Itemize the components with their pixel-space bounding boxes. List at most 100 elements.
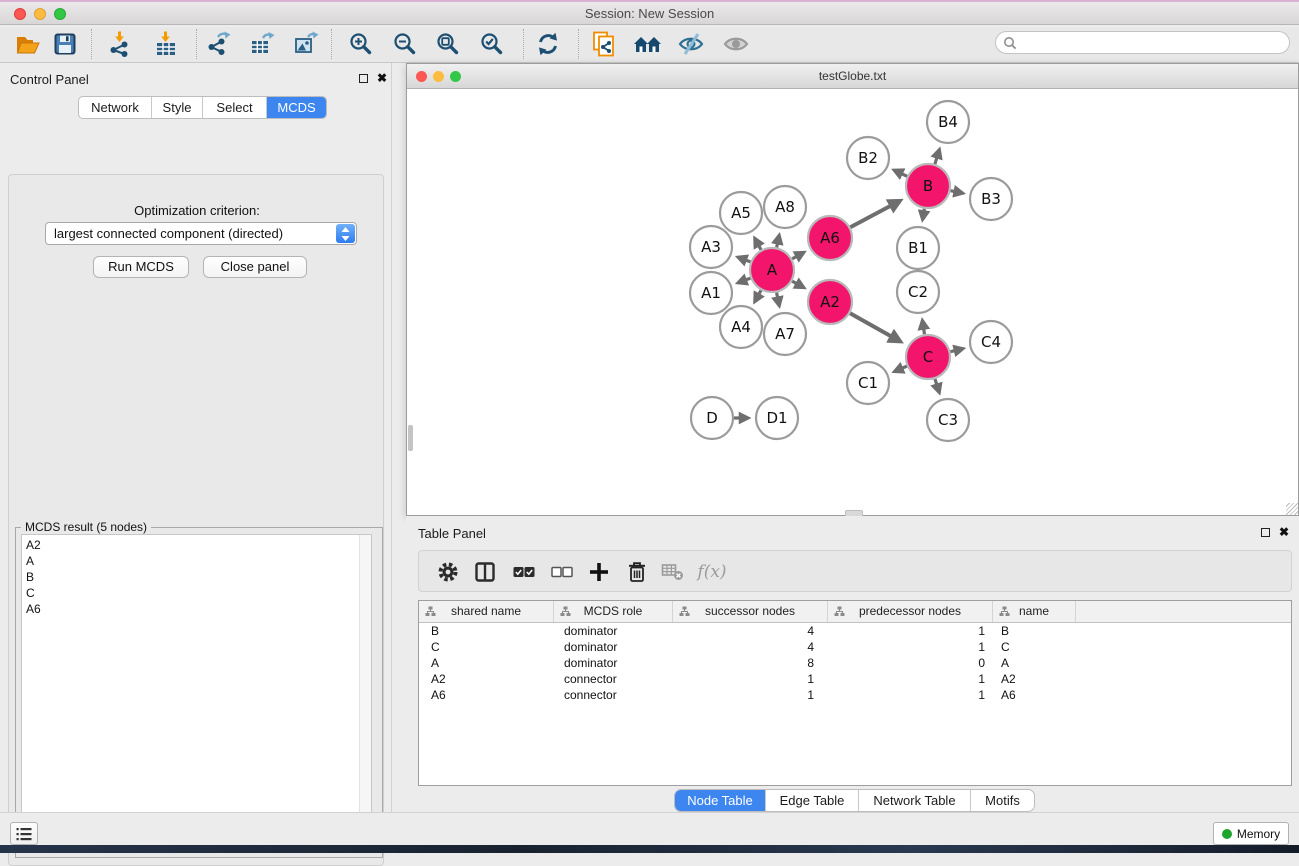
table-cell: 1 <box>673 671 828 687</box>
zoom-in-icon[interactable] <box>343 28 379 60</box>
graph-edge-C-C4[interactable] <box>950 349 963 352</box>
run-mcds-button[interactable]: Run MCDS <box>93 256 189 278</box>
mcds-result-item[interactable]: C <box>22 585 371 601</box>
close-panel-icon[interactable]: ✖ <box>377 72 387 84</box>
mcds-result-item[interactable]: A <box>22 553 371 569</box>
optimization-criterion-value: largest connected component (directed) <box>54 226 283 241</box>
delete-table-icon[interactable] <box>657 556 689 588</box>
table-cell: 1 <box>828 671 993 687</box>
network-close-button[interactable] <box>416 71 427 82</box>
minimize-window-button[interactable] <box>34 8 46 20</box>
refresh-icon[interactable] <box>530 28 566 60</box>
export-network-icon[interactable] <box>200 28 236 60</box>
window-resize-grip[interactable] <box>1286 503 1298 515</box>
delete-column-trash-icon[interactable] <box>621 556 653 588</box>
home-networks-icon[interactable] <box>630 28 666 60</box>
tab-node-table[interactable]: Node Table <box>675 790 765 811</box>
mcds-result-item[interactable]: B <box>22 569 371 585</box>
graph-edge-A6-B[interactable] <box>850 201 900 227</box>
show-panels-button[interactable] <box>10 822 38 845</box>
graph-edge-A2-C[interactable] <box>850 313 900 341</box>
graph-edge-A-A4[interactable] <box>755 290 761 302</box>
graph-node-label: D1 <box>766 409 787 427</box>
graph-edge-C-C3[interactable] <box>935 379 939 393</box>
zoom-selected-icon[interactable] <box>474 28 510 60</box>
table-row[interactable]: A6connector11A6 <box>419 687 1291 703</box>
tab-motifs[interactable]: Motifs <box>970 790 1034 811</box>
table-cell: 4 <box>673 623 828 639</box>
graph-edge-A-A8[interactable] <box>777 235 780 247</box>
float-panel-icon[interactable] <box>359 74 368 83</box>
graph-edge-A-A2[interactable] <box>792 281 804 288</box>
memory-label: Memory <box>1237 827 1280 841</box>
column-header-predecessor-nodes[interactable]: predecessor nodes <box>828 601 993 622</box>
select-all-checks-icon[interactable] <box>508 556 540 588</box>
search-input[interactable] <box>1017 35 1281 51</box>
graph-edge-A-A7[interactable] <box>777 293 780 306</box>
columns-icon[interactable] <box>469 556 501 588</box>
zoom-out-icon[interactable] <box>387 28 423 60</box>
network-zoom-button[interactable] <box>450 71 461 82</box>
export-table-icon[interactable] <box>244 28 280 60</box>
graph-edge-B-B2[interactable] <box>894 170 907 176</box>
network-view-window: testGlobe.txt B4B2BB3A8A5A6A3B1AA1C2A2A4… <box>406 63 1299 516</box>
table-close-icon[interactable]: ✖ <box>1279 526 1289 538</box>
mcds-result-item[interactable]: A6 <box>22 601 371 617</box>
network-window-titlebar[interactable]: testGlobe.txt <box>407 64 1298 89</box>
network-canvas[interactable]: B4B2BB3A8A5A6A3B1AA1C2A2A4A7C4CC1C3DD1 <box>407 89 1298 510</box>
session-network-icon[interactable] <box>586 28 622 60</box>
open-file-icon[interactable] <box>10 28 46 60</box>
graph-edge-A-A1[interactable] <box>738 278 751 283</box>
graph-edge-A-A6[interactable] <box>792 252 804 259</box>
table-row[interactable]: A2connector11A2 <box>419 671 1291 687</box>
toolbar-separator <box>196 29 197 59</box>
graph-edge-C-C2[interactable] <box>922 320 924 334</box>
graph-edge-B-B1[interactable] <box>923 209 925 220</box>
tab-network[interactable]: Network <box>79 97 151 118</box>
zoom-window-button[interactable] <box>54 8 66 20</box>
search-box[interactable] <box>995 31 1290 54</box>
graph-edge-C-C1[interactable] <box>894 366 907 371</box>
mcds-result-item[interactable]: A2 <box>22 537 371 553</box>
toolbar-separator <box>523 29 524 59</box>
add-column-icon[interactable] <box>583 556 615 588</box>
graph-edge-B-B4[interactable] <box>935 149 940 164</box>
tab-style[interactable]: Style <box>151 97 202 118</box>
import-table-icon[interactable] <box>148 28 184 60</box>
table-row[interactable]: Adominator80A <box>419 655 1291 671</box>
column-header-shared-name[interactable]: shared name <box>419 601 554 622</box>
column-header-MCDS-role[interactable]: MCDS role <box>554 601 673 622</box>
tab-edge-table[interactable]: Edge Table <box>765 790 858 811</box>
table-float-icon[interactable] <box>1261 528 1270 537</box>
zoom-fit-icon[interactable] <box>430 28 466 60</box>
settings-gear-icon[interactable] <box>432 556 464 588</box>
memory-button[interactable]: Memory <box>1213 822 1289 845</box>
network-vertical-scrollbar[interactable] <box>408 425 413 451</box>
optimization-criterion-select[interactable]: largest connected component (directed) <box>45 222 357 245</box>
column-header-successor-nodes[interactable]: successor nodes <box>673 601 828 622</box>
export-image-icon[interactable] <box>288 28 324 60</box>
close-window-button[interactable] <box>14 8 26 20</box>
close-panel-button[interactable]: Close panel <box>203 256 307 278</box>
node-table[interactable]: shared nameMCDS rolesuccessor nodesprede… <box>418 600 1292 786</box>
network-graph[interactable]: B4B2BB3A8A5A6A3B1AA1C2A2A4A7C4CC1C3DD1 <box>407 89 1298 510</box>
tab-mcds[interactable]: MCDS <box>266 97 326 118</box>
column-header-name[interactable]: name <box>993 601 1076 622</box>
import-network-icon[interactable] <box>102 28 138 60</box>
network-minimize-button[interactable] <box>433 71 444 82</box>
tab-network-table[interactable]: Network Table <box>858 790 970 811</box>
table-row[interactable]: Cdominator41C <box>419 639 1291 655</box>
table-header-row: shared nameMCDS rolesuccessor nodesprede… <box>419 601 1291 623</box>
result-list-scrollbar[interactable] <box>359 535 371 851</box>
tab-select[interactable]: Select <box>202 97 266 118</box>
table-panel-title: Table Panel <box>418 526 486 541</box>
table-row[interactable]: Bdominator41B <box>419 623 1291 639</box>
save-session-icon[interactable] <box>47 28 83 60</box>
graph-edge-A-A5[interactable] <box>755 238 761 250</box>
deselect-all-checks-icon[interactable] <box>546 556 578 588</box>
hide-details-eye-icon[interactable] <box>673 28 709 60</box>
graph-edge-B-B3[interactable] <box>951 191 963 194</box>
show-details-eye-icon[interactable] <box>718 28 754 60</box>
graph-edge-A-A3[interactable] <box>738 257 751 262</box>
mcds-result-list[interactable]: A2ABCA6 <box>21 534 372 852</box>
